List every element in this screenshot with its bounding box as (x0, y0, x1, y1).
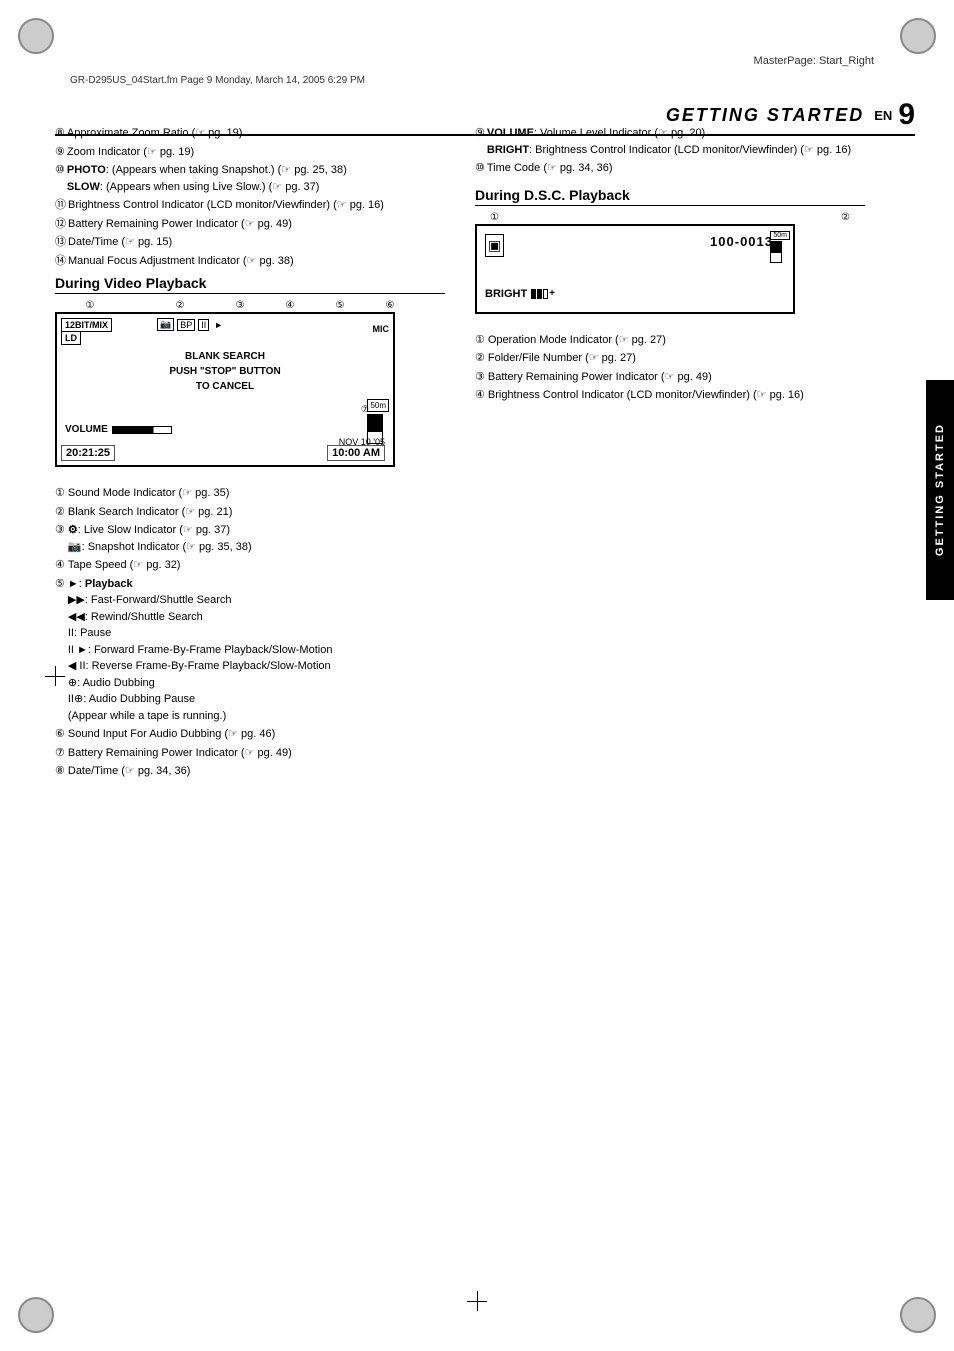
ld-indicator: LD (61, 331, 81, 345)
corner-decoration-tl (18, 18, 54, 54)
en-label: EN (874, 108, 892, 123)
anno-7: ⑦Battery Remaining Power Indicator (☞ pg… (55, 745, 445, 762)
folder-icon: ▣ (485, 234, 504, 257)
volume-row: VOLUME (65, 424, 172, 435)
item-10: ⑩ PHOTO: (Appears when taking Snapshot.)… (55, 162, 445, 195)
item-13: ⑬ Date/Time (☞ pg. 15) (55, 234, 445, 251)
dsc-anno-1: ①Operation Mode Indicator (☞ pg. 27) (475, 332, 865, 349)
item-12: ⑫ Battery Remaining Power Indicator (☞ p… (55, 216, 445, 233)
left-column: ⑧ Approximate Zoom Ratio (☞ pg. 19) ⑨ Zo… (55, 125, 445, 782)
anno-1: ①Sound Mode Indicator (☞ pg. 35) (55, 485, 445, 502)
item-11: ⑪ Brightness Control Indicator (LCD moni… (55, 197, 445, 214)
anno-3: ③ ⚙: Live Slow Indicator (☞ pg. 37) 📷: S… (55, 522, 445, 555)
dsc-diagram-wrapper: ① ② ▣ 100-0013 50m BRIGH (475, 212, 865, 314)
anno-8: ⑧Date/Time (☞ pg. 34, 36) (55, 763, 445, 780)
dsc-anno-2: ②Folder/File Number (☞ pg. 27) (475, 350, 865, 367)
battery-arrow: ⑦ (361, 404, 369, 415)
page-container: MasterPage: Start_Right GR-D295US_04Star… (0, 0, 954, 1351)
corner-decoration-bl (18, 1297, 54, 1333)
side-tab: GETTING STARTED (926, 380, 954, 600)
masterpage-info: MasterPage: Start_Right (754, 55, 874, 67)
right-column: ⑨ VOLUME: Volume Level Indicator (☞ pg. … (475, 125, 865, 782)
dsc-anno-4: ④Brightness Control Indicator (LCD monit… (475, 387, 865, 404)
file-info: GR-D295US_04Start.fm Page 9 Monday, Marc… (70, 75, 365, 86)
dsc-battery-bar (770, 241, 782, 263)
left-crosshair (45, 666, 65, 686)
anno-5: ⑤ ►: Playback ▶▶: Fast-Forward/Shuttle S… (55, 576, 445, 725)
sound-mode-indicator: 12BIT/MIX (61, 318, 112, 332)
corner-decoration-br (900, 1297, 936, 1333)
volume-bar (112, 426, 172, 434)
anno-6: ⑥Sound Input For Audio Dubbing (☞ pg. 46… (55, 726, 445, 743)
video-diagram: 12BIT/MIX LD 📷 BP II ► MIC BLANK SEARCHP… (55, 312, 395, 467)
timecode-display: 20:21:25 (61, 445, 115, 461)
clock-display: 10:00 AM (327, 445, 385, 461)
right-item-9: ⑨ VOLUME: Volume Level Indicator (☞ pg. … (475, 125, 865, 158)
anno-2: ②Blank Search Indicator (☞ pg. 21) (55, 504, 445, 521)
mic-label: MIC (373, 324, 390, 334)
dsc-playback-title: During D.S.C. Playback (475, 187, 865, 206)
item-14: ⑭ Manual Focus Adjustment Indicator (☞ p… (55, 253, 445, 270)
video-diagram-wrapper: ① ② ③ ④ ⑤ ⑥ 12BIT/MIX LD 📷 BP (55, 300, 445, 467)
tape-icons: 📷 BP II ► (157, 318, 225, 331)
dsc-diagram: ▣ 100-0013 50m BRIGHT (475, 224, 795, 314)
dsc-battery-indicator: 50m (770, 231, 790, 263)
dsc-annotations: ①Operation Mode Indicator (☞ pg. 27) ②Fo… (475, 332, 865, 404)
bright-label: BRIGHT + (485, 288, 555, 300)
side-tab-text: GETTING STARTED (934, 423, 946, 556)
right-item-10: ⑩ Time Code (☞ pg. 34, 36) (475, 160, 865, 177)
corner-decoration-tr (900, 18, 936, 54)
item-8: ⑧ Approximate Zoom Ratio (☞ pg. 19) (55, 125, 445, 142)
video-playback-title: During Video Playback (55, 275, 445, 294)
main-content: ⑧ Approximate Zoom Ratio (☞ pg. 19) ⑨ Zo… (55, 125, 915, 782)
bright-scale: + (531, 288, 555, 299)
bottom-center-crosshair (467, 1291, 487, 1311)
anno-4: ④Tape Speed (☞ pg. 32) (55, 557, 445, 574)
diagram-top-numbers: ① ② ③ ④ ⑤ ⑥ (55, 300, 445, 311)
dsc-anno-3: ③Battery Remaining Power Indicator (☞ pg… (475, 369, 865, 386)
dsc-top-numbers: ① ② (475, 212, 865, 223)
masterpage-label: MasterPage: Start_Right (754, 55, 874, 67)
blank-search-text: BLANK SEARCHPUSH "STOP" BUTTONTO CANCEL (169, 349, 280, 394)
video-annotations: ①Sound Mode Indicator (☞ pg. 35) ②Blank … (55, 485, 445, 780)
file-number: 100-0013 (710, 234, 773, 249)
item-9: ⑨ Zoom Indicator (☞ pg. 19) (55, 144, 445, 161)
getting-started-title: GETTING STARTED (666, 105, 864, 126)
